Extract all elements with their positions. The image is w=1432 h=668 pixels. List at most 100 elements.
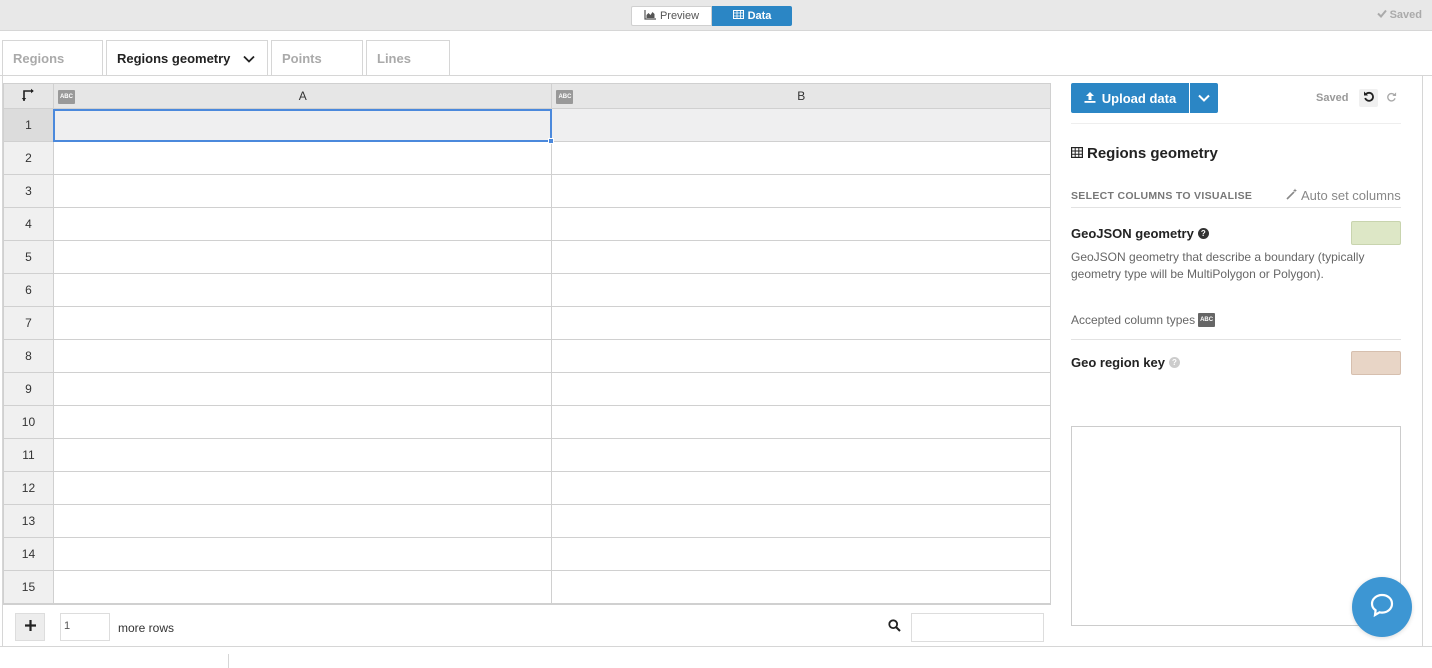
- chevron-down-icon[interactable]: [243, 55, 256, 63]
- row-number[interactable]: 5: [3, 240, 54, 274]
- chat-button[interactable]: [1352, 577, 1412, 637]
- preview-button[interactable]: Preview: [631, 6, 712, 26]
- column-header-b[interactable]: ABC B: [551, 83, 1051, 109]
- row-number[interactable]: 1: [3, 108, 54, 142]
- search-input[interactable]: [911, 613, 1044, 642]
- grid-cell[interactable]: [551, 537, 1051, 571]
- column-type-badge[interactable]: ABC: [556, 90, 574, 104]
- row-number[interactable]: 12: [3, 471, 54, 505]
- tab-regions[interactable]: Regions: [2, 40, 103, 76]
- grid-cell[interactable]: [52, 405, 553, 439]
- grid-cell[interactable]: [551, 471, 1051, 505]
- chart-icon: [644, 9, 656, 23]
- tab-points[interactable]: Points: [271, 40, 363, 76]
- grid-cell[interactable]: [52, 141, 553, 175]
- table-row: 2: [3, 141, 1051, 175]
- top-bar: Preview Data Saved: [0, 0, 1432, 31]
- tab-label: Regions: [13, 51, 65, 66]
- undo-button[interactable]: [1359, 89, 1378, 107]
- row-number[interactable]: 3: [3, 174, 54, 208]
- tab-lines[interactable]: Lines: [366, 40, 450, 76]
- row-number[interactable]: 11: [3, 438, 54, 472]
- geo-region-key-heading: Geo region key ?: [1071, 355, 1180, 370]
- redo-icon: [1386, 89, 1397, 107]
- saved-status: Saved: [1376, 9, 1422, 21]
- grid-cell[interactable]: [551, 108, 1051, 142]
- row-number[interactable]: 7: [3, 306, 54, 340]
- data-preview-box: [1071, 426, 1401, 626]
- grid-cell[interactable]: [551, 372, 1051, 406]
- grid-cell[interactable]: [52, 570, 553, 604]
- check-icon: [1376, 9, 1387, 21]
- table-row: 10: [3, 405, 1051, 439]
- grid-cell[interactable]: [52, 471, 553, 505]
- wand-icon: [1286, 188, 1298, 203]
- view-toggle: Preview Data: [631, 6, 792, 26]
- grid-cell[interactable]: [551, 405, 1051, 439]
- upload-data-button[interactable]: Upload data: [1071, 83, 1189, 113]
- grid-cell[interactable]: [52, 339, 553, 373]
- column-header-a[interactable]: ABC A: [52, 83, 553, 109]
- grid-cell[interactable]: [52, 438, 553, 472]
- grid-cell[interactable]: [52, 537, 553, 571]
- grid-cell[interactable]: [52, 372, 553, 406]
- column-type-badge[interactable]: ABC: [57, 90, 75, 104]
- grid-cell[interactable]: [52, 273, 553, 307]
- grid-footer: 1 more rows: [3, 604, 1051, 646]
- grid-cell[interactable]: [551, 141, 1051, 175]
- table-row: 15: [3, 570, 1051, 604]
- geojson-column-selector[interactable]: [1351, 221, 1401, 245]
- upload-options-dropdown[interactable]: [1189, 83, 1218, 113]
- data-button[interactable]: Data: [712, 6, 792, 26]
- tab-regions-geometry[interactable]: Regions geometry: [106, 40, 268, 76]
- row-number[interactable]: 4: [3, 207, 54, 241]
- geo-region-key-column-selector[interactable]: [1351, 351, 1401, 375]
- grid-cell[interactable]: [52, 306, 553, 340]
- table-row: 3: [3, 174, 1051, 208]
- auto-set-columns-button[interactable]: Auto set columns: [1286, 188, 1401, 203]
- tab-label: Lines: [377, 51, 411, 66]
- row-number[interactable]: 8: [3, 339, 54, 373]
- help-icon[interactable]: ?: [1168, 357, 1180, 368]
- grid-cell[interactable]: [52, 174, 553, 208]
- grid-cell[interactable]: [551, 207, 1051, 241]
- row-number[interactable]: 14: [3, 537, 54, 571]
- grid-cell[interactable]: [551, 306, 1051, 340]
- grid-cell[interactable]: [551, 273, 1051, 307]
- grid-cell[interactable]: [52, 207, 553, 241]
- grid-cell[interactable]: [551, 174, 1051, 208]
- transpose-icon: [21, 88, 35, 105]
- transpose-button[interactable]: [3, 83, 54, 109]
- grid-cell[interactable]: [551, 504, 1051, 538]
- grid-cell[interactable]: [551, 339, 1051, 373]
- add-rows-button[interactable]: [15, 613, 45, 641]
- grid-cell[interactable]: [551, 438, 1051, 472]
- help-icon[interactable]: ?: [1197, 228, 1209, 239]
- grid-cell[interactable]: [52, 108, 555, 144]
- more-rows-label: more rows: [118, 621, 175, 635]
- row-number[interactable]: 9: [3, 372, 54, 406]
- column-header-label: A: [298, 89, 307, 103]
- chevron-down-icon: [1198, 89, 1210, 107]
- fill-handle[interactable]: [548, 138, 555, 144]
- upload-data-label: Upload data: [1101, 90, 1177, 106]
- table-row: 1: [3, 108, 1051, 144]
- redo-button[interactable]: [1383, 89, 1399, 107]
- row-number[interactable]: 13: [3, 504, 54, 538]
- grid-cell[interactable]: [551, 570, 1051, 604]
- grid-cell[interactable]: [52, 240, 553, 274]
- grid-cell[interactable]: [551, 240, 1051, 274]
- divider: [1071, 207, 1401, 208]
- grid-cell[interactable]: [52, 504, 553, 538]
- table-row: 13: [3, 504, 1051, 538]
- row-number[interactable]: 2: [3, 141, 54, 175]
- saved-status-label: Saved: [1316, 92, 1349, 104]
- plus-icon: [24, 618, 36, 636]
- row-number[interactable]: 6: [3, 273, 54, 307]
- row-number[interactable]: 15: [3, 570, 54, 604]
- tab-label: Regions geometry: [117, 51, 231, 66]
- row-number[interactable]: 10: [3, 405, 54, 439]
- rows-count-input[interactable]: 1: [60, 613, 110, 641]
- divider: [0, 646, 1432, 647]
- table-row: 7: [3, 306, 1051, 340]
